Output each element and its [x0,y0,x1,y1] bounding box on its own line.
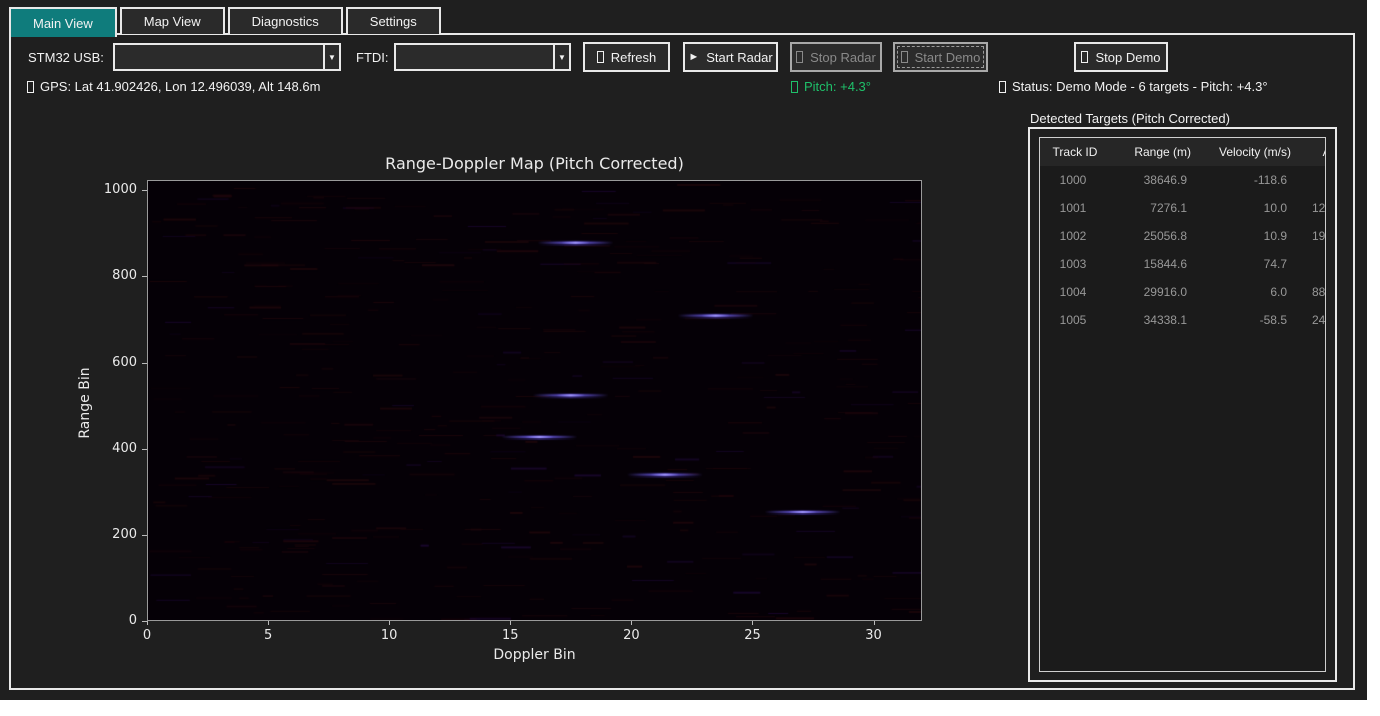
y-tick-label: 600 [93,355,137,370]
satellite-icon [27,81,34,93]
ftdi-combobox-value [396,45,553,69]
table-cell: 6.0 [1195,278,1295,306]
table-cell: 1004 [1040,278,1110,306]
table-cell: 10.0 [1195,194,1295,222]
heatmap-canvas [148,181,921,620]
table-cell: 38646.9 [1110,166,1195,194]
table-row[interactable]: 100038646.9-118.645° [1040,166,1326,194]
radar-status-text: Status: Demo Mode - 6 targets - Pitch: +… [999,79,1268,94]
table-cell: 191.2552 [1295,222,1326,250]
table-row[interactable]: 100315844.674.7300° [1040,250,1326,278]
x-tick-label: 10 [369,628,409,643]
targets-table[interactable]: Track IDRange (m)Velocity (m/s)Azimuth 1… [1040,138,1326,334]
radar-status-label: Status: Demo Mode - 6 targets - Pitch: +… [1012,79,1268,94]
ftdi-combobox[interactable]: ▼ [394,43,571,71]
start-radar-button[interactable]: ► Start Radar [683,42,778,72]
x-tick-label: 15 [490,628,530,643]
table-scrollbar[interactable] [1325,315,1326,662]
table-cell: 122.2510 [1295,194,1326,222]
stm32-usb-combobox[interactable]: ▼ [113,43,341,71]
targets-table-body: 100038646.9-118.645°10017276.110.0122.25… [1040,166,1326,334]
table-row[interactable]: 10017276.110.0122.2510 [1040,194,1326,222]
table-row[interactable]: 100225056.810.9191.2552 [1040,222,1326,250]
column-header[interactable]: Azimuth [1295,138,1326,166]
y-tick-label: 200 [93,527,137,542]
tab-settings[interactable]: Settings [346,7,441,34]
table-cell: 1001 [1040,194,1110,222]
x-tick-label: 20 [611,628,651,643]
start-demo-button-label: Start Demo [915,50,981,65]
table-cell: 29916.0 [1110,278,1195,306]
stop-demo-button[interactable]: Stop Demo [1074,42,1168,72]
stm32-usb-label: STM32 USB: [28,50,104,65]
start-demo-button: Start Demo [893,42,988,72]
table-cell: 25056.8 [1110,222,1195,250]
y-axis-label: Range Bin [77,358,93,448]
refresh-button[interactable]: Refresh [583,42,670,72]
table-cell: 1002 [1040,222,1110,250]
chevron-down-icon[interactable]: ▼ [323,45,339,69]
table-row[interactable]: 100534338.1-58.5247.5104 [1040,306,1326,334]
stop-radar-button-label: Stop Radar [810,50,876,65]
pitch-icon [791,81,798,93]
chart-title: Range-Doppler Map (Pitch Corrected) [147,154,922,173]
stop-demo-button-label: Stop Demo [1095,50,1160,65]
stm32-usb-combobox-value [115,45,323,69]
stop-radar-button: Stop Radar [790,42,882,72]
y-tick-label: 1000 [93,182,137,197]
tab-map-view[interactable]: Map View [120,7,225,34]
x-tick-label: 0 [127,628,167,643]
table-cell: 10.9 [1195,222,1295,250]
table-cell: 247.5104 [1295,306,1326,334]
stop-icon [1081,51,1088,63]
pitch-indicator-label: Pitch: +4.3° [804,79,871,94]
table-cell: 7276.1 [1110,194,1195,222]
targets-table-header: Track IDRange (m)Velocity (m/s)Azimuth [1040,138,1326,166]
x-axis-label: Doppler Bin [147,647,922,663]
tab-main-view[interactable]: Main View [9,7,117,37]
gps-status-label: GPS: Lat 41.902426, Lon 12.496039, Alt 1… [40,79,320,94]
table-cell: 15844.6 [1110,250,1195,278]
targets-panel-title: Detected Targets (Pitch Corrected) [1030,111,1230,126]
stop-icon [796,51,803,63]
y-tick-label: 800 [93,268,137,283]
table-cell: 300° [1295,250,1326,278]
demo-icon [901,51,908,63]
tab-bar: Main View Map View Diagnostics Settings [9,7,444,35]
table-cell: -58.5 [1195,306,1295,334]
pitch-indicator-text: Pitch: +4.3° [791,79,871,94]
refresh-icon [597,51,604,63]
table-cell: 88.66998 [1295,278,1326,306]
refresh-button-label: Refresh [611,50,657,65]
chevron-down-icon[interactable]: ▼ [553,45,569,69]
targets-table-frame: Track IDRange (m)Velocity (m/s)Azimuth 1… [1039,137,1326,672]
range-doppler-heatmap [147,180,922,621]
column-header[interactable]: Track ID [1040,138,1110,166]
y-tick-label: 400 [93,441,137,456]
table-cell: 1005 [1040,306,1110,334]
table-cell: 45° [1295,166,1326,194]
column-header[interactable]: Range (m) [1110,138,1195,166]
gps-status-text: GPS: Lat 41.902426, Lon 12.496039, Alt 1… [27,79,320,94]
ftdi-label: FTDI: [356,50,389,65]
start-radar-button-label: Start Radar [706,50,772,65]
play-icon: ► [688,52,699,63]
y-tick-label: 0 [93,613,137,628]
table-cell: -118.6 [1195,166,1295,194]
table-cell: 1000 [1040,166,1110,194]
antenna-icon [999,81,1006,93]
column-header[interactable]: Velocity (m/s) [1195,138,1295,166]
table-row[interactable]: 100429916.06.088.66998 [1040,278,1326,306]
x-tick-label: 25 [732,628,772,643]
tab-diagnostics[interactable]: Diagnostics [228,7,343,34]
x-tick-label: 30 [854,628,894,643]
detected-targets-groupbox: Track IDRange (m)Velocity (m/s)Azimuth 1… [1028,127,1337,682]
table-cell: 74.7 [1195,250,1295,278]
table-cell: 1003 [1040,250,1110,278]
table-cell: 34338.1 [1110,306,1195,334]
x-tick-label: 5 [248,628,288,643]
radar-app-window: Main View Map View Diagnostics Settings … [0,0,1367,700]
